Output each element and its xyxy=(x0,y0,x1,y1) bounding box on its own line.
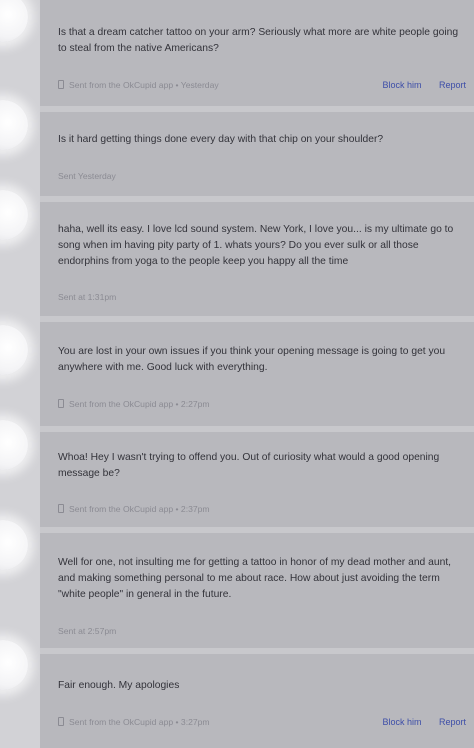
message-text: Is that a dream catcher tattoo on your a… xyxy=(58,27,459,54)
avatar-column xyxy=(0,0,40,748)
message-meta: Sent from the OkCupid app • 2:37pm xyxy=(58,504,210,514)
message-actions: Block him Report xyxy=(367,80,466,90)
message-card: Is it hard getting things done every day… xyxy=(40,112,474,196)
report-button[interactable]: Report xyxy=(439,717,466,727)
message-meta: Sent at 2:57pm xyxy=(58,626,117,636)
message-card: You are lost in your own issues if you t… xyxy=(40,322,474,426)
message-text: You are lost in your own issues if you t… xyxy=(58,346,446,373)
phone-icon xyxy=(58,717,64,726)
message-text: Whoa! Hey I wasn't trying to offend you.… xyxy=(58,452,440,479)
message-meta: Sent from the OkCupid app • 3:27pm xyxy=(58,717,210,727)
block-button[interactable]: Block him xyxy=(382,80,421,90)
avatar[interactable] xyxy=(0,325,28,375)
phone-icon xyxy=(58,504,64,513)
block-button[interactable]: Block him xyxy=(382,717,421,727)
message-card: Fair enough. My apologies Sent from the … xyxy=(40,654,474,748)
avatar[interactable] xyxy=(0,190,28,240)
message-meta: Sent at 1:31pm xyxy=(58,292,117,302)
avatar[interactable] xyxy=(0,100,28,150)
message-card: Whoa! Hey I wasn't trying to offend you.… xyxy=(40,432,474,527)
message-card: Is that a dream catcher tattoo on your a… xyxy=(40,0,474,106)
phone-icon xyxy=(58,80,64,89)
message-text: haha, well its easy. I love lcd sound sy… xyxy=(58,224,454,267)
message-card: haha, well its easy. I love lcd sound sy… xyxy=(40,202,474,316)
avatar[interactable] xyxy=(0,640,28,690)
avatar[interactable] xyxy=(0,520,28,570)
message-meta: Sent from the OkCupid app • 2:27pm xyxy=(58,399,210,409)
message-card: Well for one, not insulting me for getti… xyxy=(40,533,474,648)
phone-icon xyxy=(58,399,64,408)
report-button[interactable]: Report xyxy=(439,80,466,90)
avatar[interactable] xyxy=(0,420,28,470)
message-meta: Sent from the OkCupid app • Yesterday xyxy=(58,80,219,90)
message-text: Fair enough. My apologies xyxy=(58,680,180,691)
message-actions: Block him Report xyxy=(367,717,466,727)
message-text: Is it hard getting things done every day… xyxy=(58,134,384,145)
message-meta: Sent Yesterday xyxy=(58,171,116,181)
message-text: Well for one, not insulting me for getti… xyxy=(58,557,452,600)
avatar[interactable] xyxy=(0,0,28,42)
